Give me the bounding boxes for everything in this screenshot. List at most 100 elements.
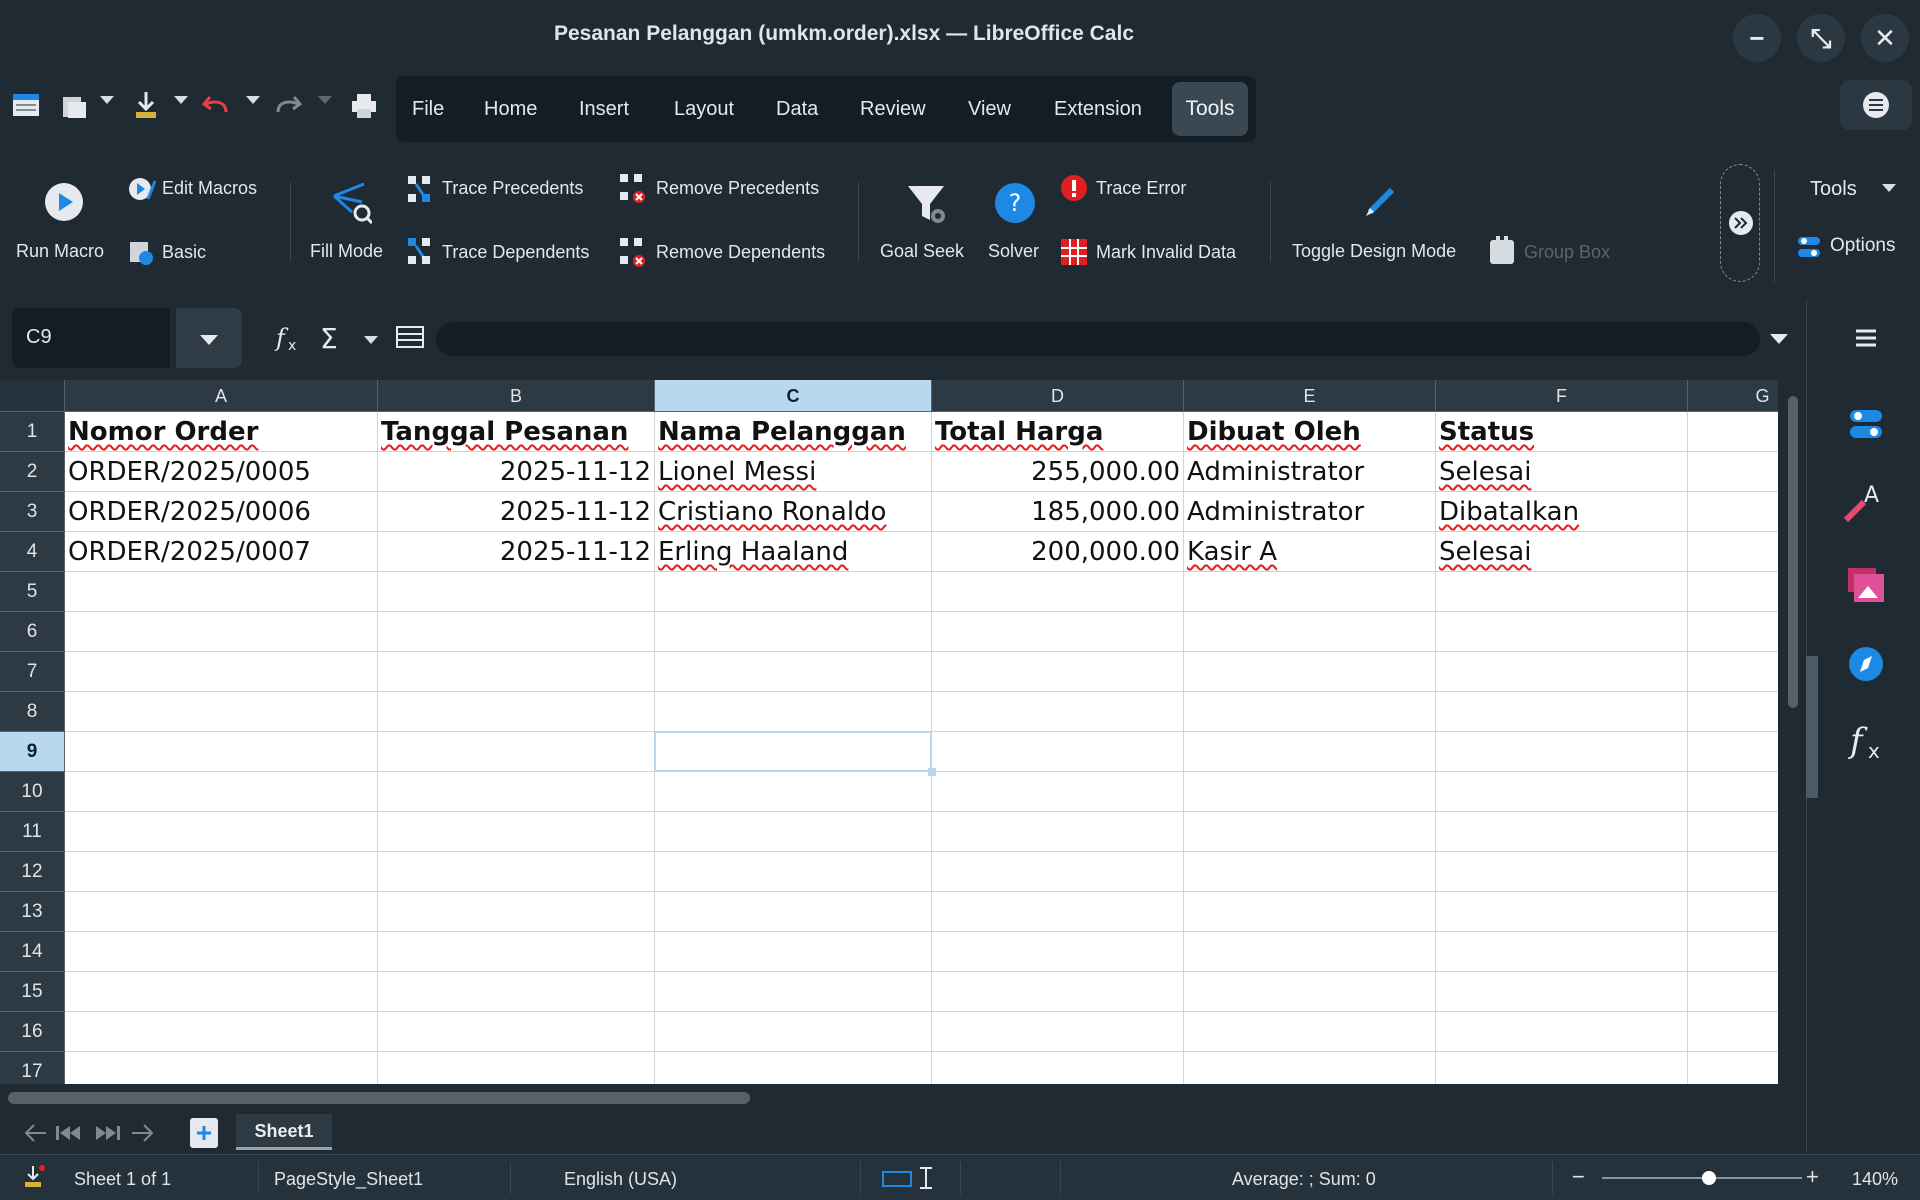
empty-cell[interactable]: [378, 732, 655, 772]
basic-icon[interactable]: [128, 240, 154, 266]
empty-cell[interactable]: [655, 772, 932, 812]
save-dropdown-arrow[interactable]: [174, 96, 188, 104]
gallery-icon[interactable]: [1846, 566, 1886, 604]
autofill-handle[interactable]: [928, 768, 936, 776]
function-wizard-icon[interactable]: fx: [274, 322, 306, 354]
selection-mode-icon[interactable]: [882, 1166, 942, 1190]
empty-cell[interactable]: [932, 572, 1184, 612]
empty-cell[interactable]: [1688, 732, 1778, 772]
menu-home[interactable]: Home: [484, 98, 537, 121]
empty-cell[interactable]: [1184, 932, 1436, 972]
solver-button[interactable]: Solver: [988, 241, 1039, 262]
empty-cell[interactable]: [1688, 532, 1778, 572]
empty-cell[interactable]: [1436, 972, 1688, 1012]
empty-cell[interactable]: [1688, 652, 1778, 692]
header-cell[interactable]: Status: [1436, 412, 1688, 452]
empty-cell[interactable]: [1688, 772, 1778, 812]
data-cell[interactable]: 2025-11-12: [378, 532, 655, 572]
goal-seek-icon[interactable]: [906, 182, 946, 226]
save-icon[interactable]: [132, 90, 160, 120]
formula-icon[interactable]: [396, 326, 424, 348]
row-header-17[interactable]: 17: [0, 1052, 65, 1084]
empty-cell[interactable]: [1184, 812, 1436, 852]
open-dropdown-arrow[interactable]: [100, 96, 114, 104]
save-status-icon[interactable]: [22, 1164, 46, 1190]
toggle-design-mode-button[interactable]: Toggle Design Mode: [1292, 241, 1456, 262]
trace-precedents-icon[interactable]: [406, 174, 432, 204]
empty-cell[interactable]: [1184, 612, 1436, 652]
edit-macros-button[interactable]: Edit Macros: [162, 178, 257, 199]
row-header-15[interactable]: 15: [0, 972, 65, 1012]
data-cell[interactable]: Administrator: [1184, 492, 1436, 532]
mark-invalid-data-button[interactable]: Mark Invalid Data: [1096, 242, 1236, 263]
data-cell[interactable]: ORDER/2025/0006: [65, 492, 378, 532]
empty-cell[interactable]: [1688, 492, 1778, 532]
empty-cell[interactable]: [1436, 652, 1688, 692]
empty-cell[interactable]: [65, 572, 378, 612]
empty-cell[interactable]: [378, 852, 655, 892]
header-cell[interactable]: Total Harga: [932, 412, 1184, 452]
options-toggle-icon[interactable]: [1796, 234, 1822, 260]
styles-icon[interactable]: A: [1842, 480, 1886, 524]
page-style[interactable]: PageStyle_Sheet1: [274, 1169, 423, 1190]
name-box-dropdown[interactable]: [176, 308, 242, 368]
column-header-f[interactable]: F: [1436, 380, 1688, 412]
header-cell[interactable]: Nama Pelanggan: [655, 412, 932, 452]
row-header-8[interactable]: 8: [0, 692, 65, 732]
menu-extension[interactable]: Extension: [1054, 98, 1142, 121]
empty-cell[interactable]: [378, 932, 655, 972]
column-header-d[interactable]: D: [932, 380, 1184, 412]
empty-cell[interactable]: [378, 692, 655, 732]
header-cell[interactable]: Nomor Order: [65, 412, 378, 452]
empty-cell[interactable]: [1184, 972, 1436, 1012]
menu-layout[interactable]: Layout: [674, 98, 734, 121]
empty-cell[interactable]: [1184, 772, 1436, 812]
vertical-scroll-thumb[interactable]: [1788, 396, 1798, 708]
empty-cell[interactable]: [655, 1052, 932, 1084]
remove-precedents-icon[interactable]: [618, 172, 646, 204]
zoom-in-button[interactable]: +: [1806, 1164, 1819, 1190]
empty-cell[interactable]: [1688, 412, 1778, 452]
row-header-2[interactable]: 2: [0, 452, 65, 492]
data-cell[interactable]: 200,000.00: [932, 532, 1184, 572]
remove-dependents-button[interactable]: Remove Dependents: [656, 242, 825, 263]
empty-cell[interactable]: [655, 972, 932, 1012]
ribbon-overflow-button[interactable]: [1720, 164, 1760, 282]
empty-cell[interactable]: [1436, 1052, 1688, 1084]
row-header-5[interactable]: 5: [0, 572, 65, 612]
data-cell[interactable]: ORDER/2025/0007: [65, 532, 378, 572]
empty-cell[interactable]: [655, 892, 932, 932]
empty-cell[interactable]: [932, 972, 1184, 1012]
run-macro-icon[interactable]: [44, 182, 84, 222]
empty-cell[interactable]: [1436, 772, 1688, 812]
empty-cell[interactable]: [1184, 652, 1436, 692]
close-button[interactable]: ✕: [1861, 14, 1909, 62]
menu-view[interactable]: View: [968, 98, 1011, 121]
empty-cell[interactable]: [65, 1012, 378, 1052]
empty-cell[interactable]: [932, 1012, 1184, 1052]
empty-cell[interactable]: [932, 652, 1184, 692]
trace-error-icon[interactable]: [1060, 174, 1088, 202]
select-all-corner[interactable]: [0, 380, 65, 412]
empty-cell[interactable]: [65, 852, 378, 892]
tools-dropdown[interactable]: Tools: [1810, 178, 1857, 201]
empty-cell[interactable]: [655, 612, 932, 652]
row-header-16[interactable]: 16: [0, 1012, 65, 1052]
row-header-9[interactable]: 9: [0, 732, 65, 772]
data-cell[interactable]: Dibatalkan: [1436, 492, 1688, 532]
empty-cell[interactable]: [1184, 692, 1436, 732]
remove-dependents-icon[interactable]: [618, 236, 646, 268]
empty-cell[interactable]: [65, 612, 378, 652]
empty-cell[interactable]: [378, 812, 655, 852]
empty-cell[interactable]: [65, 652, 378, 692]
empty-cell[interactable]: [1688, 452, 1778, 492]
empty-cell[interactable]: [378, 1012, 655, 1052]
new-document-icon[interactable]: [12, 92, 40, 118]
empty-cell[interactable]: [1436, 812, 1688, 852]
row-header-13[interactable]: 13: [0, 892, 65, 932]
empty-cell[interactable]: [1436, 612, 1688, 652]
menu-data[interactable]: Data: [776, 98, 818, 121]
empty-cell[interactable]: [65, 772, 378, 812]
minimize-button[interactable]: −: [1733, 14, 1781, 62]
data-cell[interactable]: Kasir A: [1184, 532, 1436, 572]
